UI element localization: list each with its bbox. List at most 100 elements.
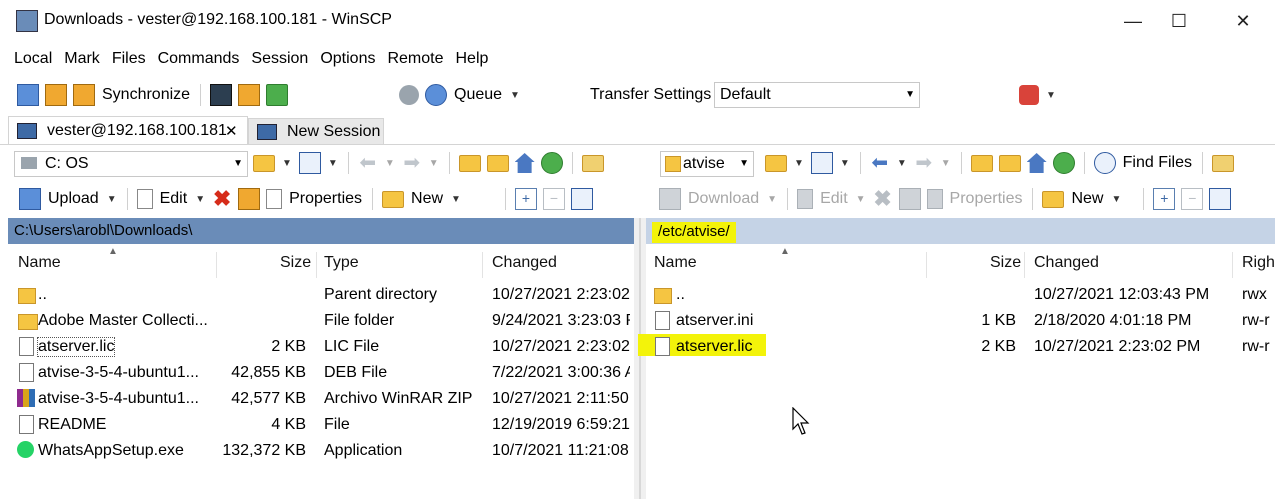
chevron-down-icon[interactable]: ▼	[282, 158, 292, 169]
column-separator[interactable]	[926, 252, 927, 278]
root-directory-icon[interactable]	[998, 154, 1021, 172]
table-row[interactable]: README 4 KB File 12/19/2019 6:59:21	[8, 412, 634, 438]
rename-icon[interactable]	[238, 188, 261, 210]
chevron-down-icon[interactable]: ▼	[195, 194, 205, 205]
back-arrow-icon[interactable]: ⬅	[870, 153, 890, 173]
parent-directory-icon[interactable]	[970, 154, 993, 172]
new-button[interactable]: New	[411, 190, 443, 208]
back-arrow-icon[interactable]: ⬅	[358, 153, 378, 173]
refresh-icon[interactable]	[1052, 152, 1075, 174]
properties-button[interactable]: Properties	[289, 190, 362, 208]
column-changed[interactable]: Changed	[1034, 254, 1099, 272]
chevron-down-icon[interactable]: ▼	[856, 194, 866, 205]
local-drive-select[interactable]: C: OS ▼	[14, 151, 248, 177]
root-directory-icon[interactable]	[486, 154, 509, 172]
menu-local[interactable]: Local	[8, 46, 58, 68]
menu-remote[interactable]: Remote	[381, 46, 449, 68]
tab-session-active[interactable]: vester@192.168.100.181 ✕	[8, 116, 248, 145]
column-separator[interactable]	[482, 252, 483, 278]
terminal-icon[interactable]	[210, 84, 233, 106]
remote-folder-select[interactable]: atvise ▼	[660, 151, 754, 177]
unselect-files-icon[interactable]: −	[542, 188, 565, 210]
preferences-gear-icon[interactable]	[399, 85, 419, 105]
menu-session[interactable]: Session	[245, 46, 314, 68]
chevron-down-icon[interactable]: ▼	[1111, 194, 1121, 205]
forward-arrow-icon[interactable]: ➡	[402, 153, 422, 173]
menu-commands[interactable]: Commands	[152, 46, 246, 68]
chevron-down-icon[interactable]: ▼	[429, 158, 439, 169]
filter-files-icon[interactable]	[570, 188, 593, 210]
chevron-down-icon[interactable]: ▼	[451, 194, 461, 205]
synchronize-button[interactable]: Synchronize	[102, 86, 190, 104]
maximize-button[interactable]: ☐	[1156, 6, 1202, 36]
column-separator[interactable]	[1024, 252, 1025, 278]
forward-arrow-icon[interactable]: ➡	[914, 153, 934, 173]
download-button[interactable]: Download	[688, 190, 759, 208]
home-icon[interactable]	[514, 153, 535, 173]
column-separator[interactable]	[316, 252, 317, 278]
column-rights[interactable]: Righ	[1242, 254, 1275, 272]
table-row[interactable]: .. Parent directory 10/27/2021 2:23:02	[8, 282, 634, 308]
column-changed[interactable]: Changed	[492, 254, 557, 272]
table-row[interactable]: atvise-3-5-4-ubuntu1... 42,855 KB DEB Fi…	[8, 360, 634, 386]
column-separator[interactable]	[216, 252, 217, 278]
select-files-icon[interactable]: +	[514, 188, 537, 210]
table-row[interactable]: atserver.lic 2 KB LIC File 10/27/2021 2:…	[8, 334, 634, 360]
home-icon[interactable]	[1026, 153, 1047, 173]
upload-button[interactable]: Upload	[48, 190, 99, 208]
table-row[interactable]: atserver.lic 2 KB 10/27/2021 2:23:02 PM …	[638, 334, 1275, 360]
edit-button[interactable]: Edit	[820, 190, 848, 208]
chevron-down-icon[interactable]: ▼	[941, 158, 951, 169]
chevron-down-icon[interactable]: ▼	[1046, 90, 1056, 101]
rename-icon[interactable]	[898, 188, 921, 210]
panel-splitter[interactable]	[634, 218, 646, 499]
refresh-session-icon[interactable]	[266, 84, 289, 106]
menu-mark[interactable]: Mark	[58, 46, 106, 68]
filter-files-icon[interactable]	[1209, 188, 1232, 210]
tree-icon[interactable]	[1211, 154, 1234, 172]
putty-icon[interactable]	[238, 84, 261, 106]
select-files-icon[interactable]: +	[1153, 188, 1176, 210]
remote-path-bar[interactable]: /etc/atvise/	[646, 218, 1275, 244]
local-path-bar[interactable]: C:\Users\arobl\Downloads\	[8, 218, 634, 244]
chevron-down-icon[interactable]: ▼	[328, 158, 338, 169]
table-row[interactable]: WhatsAppSetup.exe 132,372 KB Application…	[8, 438, 634, 464]
column-size[interactable]: Size	[280, 254, 311, 272]
filter-icon[interactable]	[810, 152, 833, 174]
open-folder-icon[interactable]	[765, 154, 787, 172]
table-row[interactable]: .. 10/27/2021 12:03:43 PM rwx	[646, 282, 1275, 308]
column-size[interactable]: Size	[990, 254, 1021, 272]
chevron-down-icon[interactable]: ▼	[794, 158, 804, 169]
properties-button[interactable]: Properties	[950, 190, 1023, 208]
edit-button[interactable]: Edit	[160, 190, 188, 208]
chevron-down-icon[interactable]: ▼	[107, 194, 117, 205]
minimize-button[interactable]: —	[1110, 6, 1156, 36]
table-row[interactable]: atserver.ini 1 KB 2/18/2020 4:01:18 PM r…	[646, 308, 1275, 334]
transfer-settings-select[interactable]: Default ▼	[714, 82, 920, 108]
table-row[interactable]: atvise-3-5-4-ubuntu1... 42,577 KB Archiv…	[8, 386, 634, 412]
chevron-down-icon[interactable]: ▼	[767, 194, 777, 205]
close-tab-button[interactable]: ✕	[225, 122, 238, 140]
parent-directory-icon[interactable]	[458, 154, 481, 172]
find-files-icon[interactable]	[581, 154, 604, 172]
find-files-button[interactable]: Find Files	[1123, 154, 1192, 172]
table-row[interactable]: Adobe Master Collecti... File folder 9/2…	[8, 308, 634, 334]
tab-new-session[interactable]: New Session	[248, 118, 384, 145]
chevron-down-icon[interactable]: ▼	[385, 158, 395, 169]
chevron-down-icon[interactable]: ▼	[840, 158, 850, 169]
column-name[interactable]: Name	[654, 254, 697, 272]
menu-help[interactable]: Help	[450, 46, 495, 68]
transfer-mode-icon[interactable]	[1019, 85, 1039, 105]
unselect-files-icon[interactable]: −	[1181, 188, 1204, 210]
refresh-icon[interactable]	[540, 152, 563, 174]
column-type[interactable]: Type	[324, 254, 359, 272]
menu-options[interactable]: Options	[314, 46, 381, 68]
column-separator[interactable]	[1232, 252, 1233, 278]
chevron-down-icon[interactable]: ▼	[510, 90, 520, 101]
queue-button[interactable]: Queue	[454, 86, 502, 104]
compare-directories-icon[interactable]	[17, 84, 39, 106]
new-button[interactable]: New	[1071, 190, 1103, 208]
open-folder-icon[interactable]	[253, 154, 275, 172]
delete-icon[interactable]: ✖	[212, 188, 232, 210]
column-name[interactable]: Name	[18, 254, 61, 272]
